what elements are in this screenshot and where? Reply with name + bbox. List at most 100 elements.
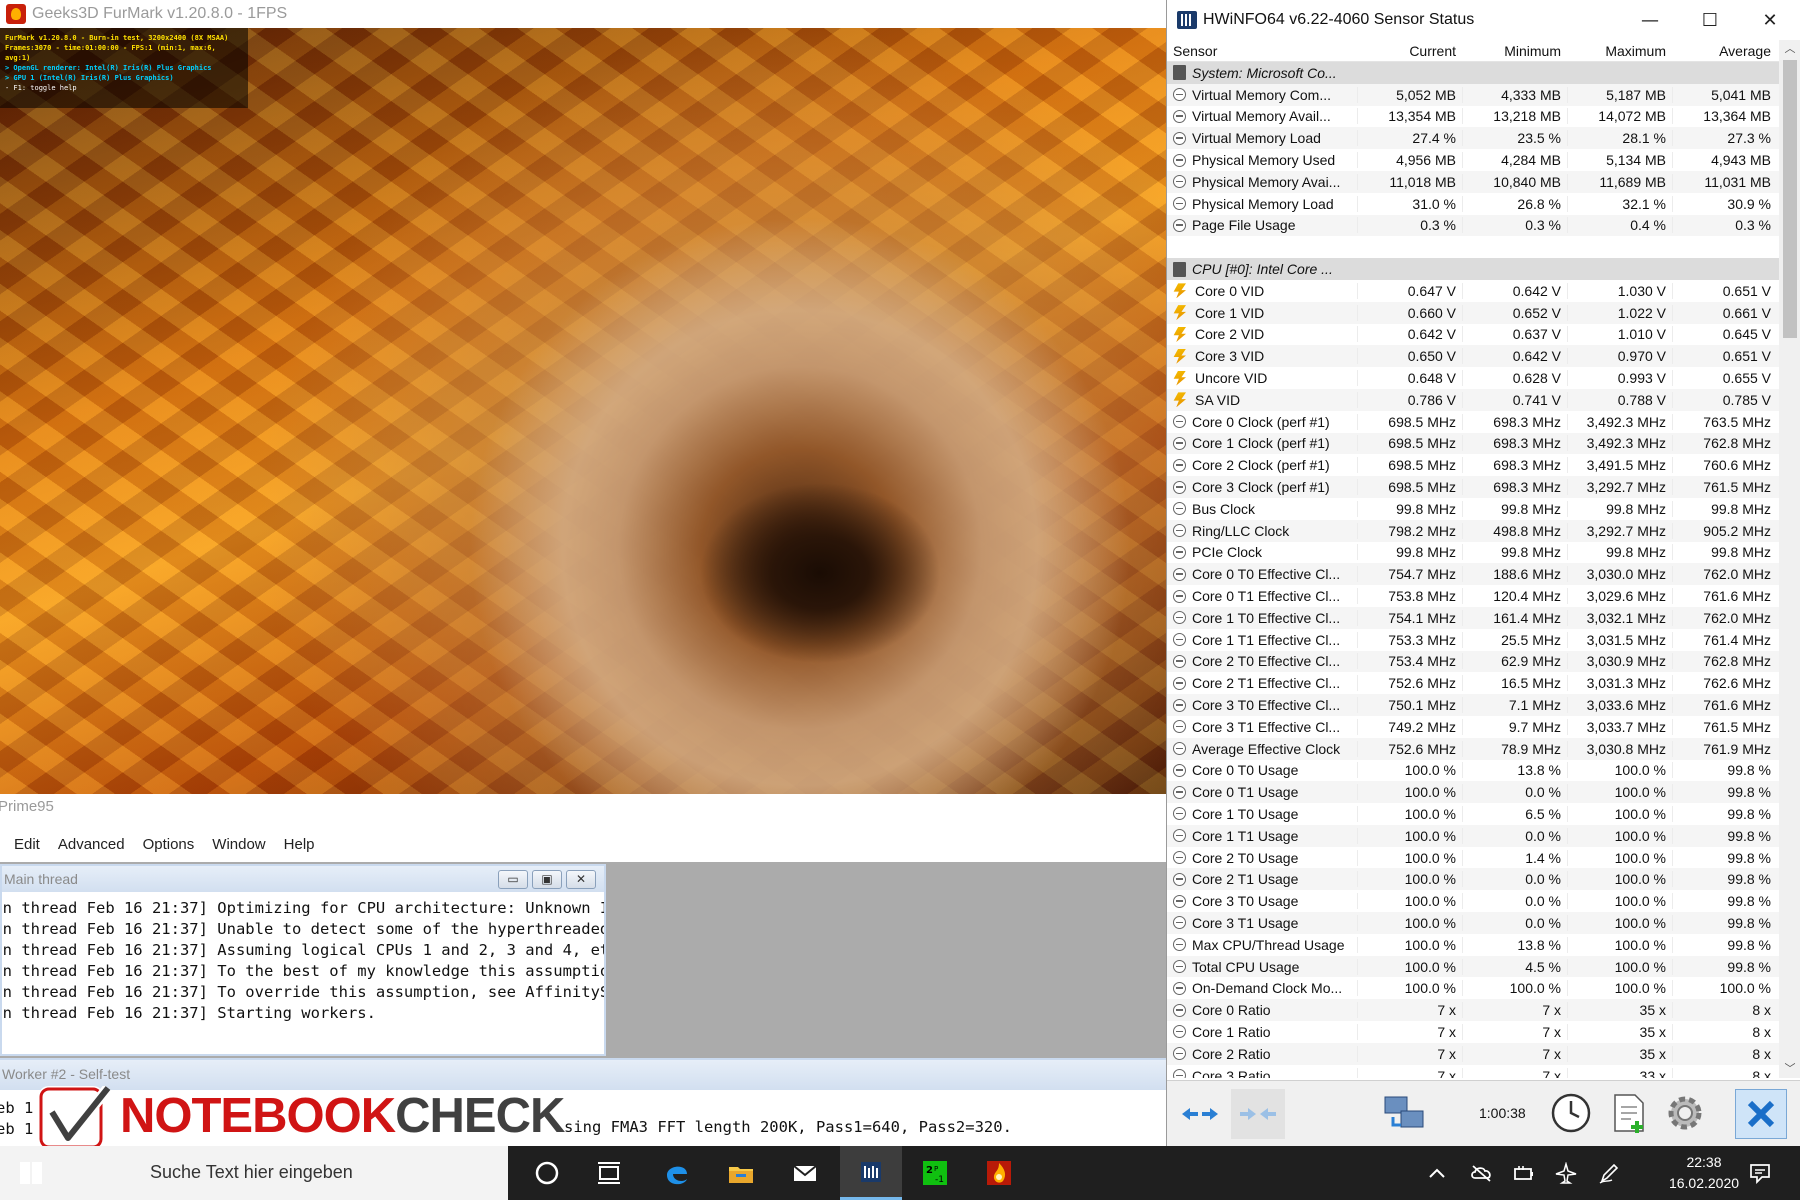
sensor-row[interactable]: Core 3 Clock (perf #1) 698.5 MHz 698.3 MHz…: [1167, 476, 1779, 498]
expand-arrows-button[interactable]: [1173, 1089, 1227, 1139]
hwinfo-window[interactable]: HWiNFO64 v6.22-4060 Sensor Status — ☐ ✕ …: [1166, 0, 1800, 1146]
sensor-row[interactable]: Core 3 T1 Effective Cl... 749.2 MHz 9.7 MH…: [1167, 715, 1779, 738]
sensor-row[interactable]: Physical Memory Avai... 11,018 MB 10,840 M…: [1167, 170, 1779, 193]
action-center-icon[interactable]: [1748, 1162, 1770, 1185]
reset-clock-button[interactable]: [1547, 1089, 1595, 1137]
settings-button[interactable]: [1661, 1089, 1709, 1137]
sensor-row[interactable]: Core 1 Ratio 7 x7 x 35 x8 x: [1167, 1021, 1779, 1043]
sensor-row[interactable]: Core 2 Clock (perf #1) 698.5 MHz 698.3 MHz…: [1167, 454, 1779, 477]
sensor-row[interactable]: Core 0 T1 Usage 100.0 % 0.0 % 100.0 % 99.8 %: [1167, 781, 1779, 804]
logging-button[interactable]: [1605, 1089, 1653, 1137]
menu-window[interactable]: Window: [212, 836, 265, 853]
sensor-row[interactable]: Core 0 T0 Effective Cl... 754.7 MHz 188.6 …: [1167, 563, 1779, 586]
sensor-row[interactable]: Core 2 T1 Effective Cl... 752.6 MHz 16.5 M…: [1167, 672, 1779, 695]
sensor-cur-value: 7 x: [1357, 1045, 1462, 1062]
sensor-scrollbar[interactable]: ︿ ﹀: [1779, 40, 1800, 1078]
sensor-row[interactable]: PCIe Clock 99.8 MHz 99.8 MHz 99.8 MHz 99.8 M…: [1167, 541, 1779, 564]
close-sensors-button[interactable]: [1735, 1089, 1787, 1139]
scroll-up-icon[interactable]: ︿: [1779, 40, 1800, 58]
sensor-row[interactable]: Virtual Memory Avail... 13,354 MB 13,218 M…: [1167, 105, 1779, 128]
sensor-row[interactable]: SA VID 0.786 V 0.741 V 0.788 V 0.785 V: [1167, 388, 1779, 411]
sensor-row[interactable]: Core 0 Ratio 7 x7 x 35 x8 x: [1167, 999, 1779, 1022]
sensor-row[interactable]: Physical Memory Used 4,956 MB 4,284 MB 5,13…: [1167, 149, 1779, 171]
sensor-avg-value: 763.5 MHz: [1672, 413, 1777, 430]
sensor-row[interactable]: Core 3 VID 0.650 V 0.642 V 0.970 V 0.651 V: [1167, 345, 1779, 368]
sensor-row[interactable]: Core 2 VID 0.642 V 0.637 V 1.010 V 0.645 V: [1167, 323, 1779, 346]
battery-tray-icon[interactable]: [1512, 1162, 1534, 1184]
menu-edit[interactable]: Edit: [14, 836, 40, 853]
furmark-taskbar-button[interactable]: [968, 1146, 1030, 1200]
hwinfo-taskbar-button[interactable]: [840, 1146, 902, 1200]
collapse-arrows-button[interactable]: [1231, 1089, 1285, 1139]
cortana-button[interactable]: [516, 1146, 578, 1200]
mail-taskbar-button[interactable]: [774, 1146, 836, 1200]
column-header-maximum[interactable]: Maximum: [1567, 40, 1672, 62]
sensor-row[interactable]: Core 2 T1 Usage 100.0 % 0.0 % 100.0 % 99.8 %: [1167, 868, 1779, 891]
sensor-row[interactable]: Core 0 T0 Usage 100.0 % 13.8 % 100.0 % 99.8 …: [1167, 759, 1779, 782]
network-button[interactable]: [1381, 1089, 1429, 1137]
task-view-button[interactable]: [578, 1146, 640, 1200]
sensor-row[interactable]: Ring/LLC Clock 798.2 MHz 498.8 MHz 3,292.7 …: [1167, 519, 1779, 542]
sensor-row[interactable]: Core 1 T0 Usage 100.0 % 6.5 % 100.0 % 99.8 %: [1167, 803, 1779, 825]
explorer-taskbar-button[interactable]: [710, 1146, 772, 1200]
sensor-row[interactable]: Core 3 T0 Effective Cl... 750.1 MHz 7.1 MH…: [1167, 694, 1779, 716]
sensor-row[interactable]: Core 2 Ratio 7 x7 x 35 x8 x: [1167, 1042, 1779, 1065]
sensor-row[interactable]: Page File Usage 0.3 % 0.3 % 0.4 % 0.3 %: [1167, 214, 1779, 237]
sensor-row[interactable]: Core 1 T1 Usage 100.0 % 0.0 % 100.0 % 99.8 %: [1167, 824, 1779, 847]
sensor-row[interactable]: On-Demand Clock Mo... 100.0 % 100.0 % 100.0…: [1167, 977, 1779, 1000]
sensor-row[interactable]: Average Effective Clock 752.6 MHz 78.9 MHz…: [1167, 737, 1779, 760]
main-thread-window[interactable]: Main thread ▭ ▣ ✕ ain thread Feb 16 21:3…: [0, 864, 606, 1056]
column-header-sensor[interactable]: Sensor: [1167, 40, 1357, 62]
close-button[interactable]: ✕: [566, 869, 596, 889]
sensor-row[interactable]: Bus Clock 99.8 MHz 99.8 MHz 99.8 MHz 99.8 MH…: [1167, 497, 1779, 520]
tray-overflow-chevron-icon[interactable]: [1426, 1162, 1448, 1184]
minimize-button[interactable]: ▭: [498, 869, 528, 889]
sensor-group-row[interactable]: CPU [#0]: Intel Core ...: [1167, 258, 1779, 280]
scroll-down-icon[interactable]: ﹀: [1779, 1060, 1800, 1078]
furmark-titlebar[interactable]: Geeks3D FurMark v1.20.8.0 - 1FPS: [0, 0, 1166, 28]
sensor-row[interactable]: Core 3 Ratio 7 x7 x 33 x8 x: [1167, 1064, 1779, 1078]
menu-help[interactable]: Help: [284, 836, 315, 853]
hwinfo-titlebar[interactable]: HWiNFO64 v6.22-4060 Sensor Status — ☐ ✕: [1167, 0, 1800, 40]
column-header-current[interactable]: Current: [1357, 40, 1462, 62]
taskbar-clock[interactable]: 22:38 16.02.2020: [1654, 1152, 1754, 1194]
main-thread-titlebar[interactable]: Main thread ▭ ▣ ✕: [2, 866, 604, 892]
sensor-row[interactable]: Core 0 VID 0.647 V 0.642 V 1.030 V 0.651 V: [1167, 279, 1779, 302]
pen-tray-icon[interactable]: [1598, 1162, 1620, 1184]
menu-advanced[interactable]: Advanced: [58, 836, 125, 853]
sensor-row[interactable]: Core 3 T1 Usage 100.0 % 0.0 % 100.0 % 99.8 %: [1167, 912, 1779, 934]
sensor-row[interactable]: Core 2 T0 Usage 100.0 % 1.4 % 100.0 % 99.8 %: [1167, 846, 1779, 869]
sensor-table[interactable]: System: Microsoft Co... Virtual Memory Co…: [1167, 62, 1779, 1078]
prime95-taskbar-button[interactable]: 2 P -1: [904, 1146, 966, 1200]
windows-start-icon[interactable]: [20, 1162, 42, 1184]
column-header-average[interactable]: Average: [1672, 40, 1777, 62]
sensor-row[interactable]: Core 0 Clock (perf #1) 698.5 MHz 698.3 MHz…: [1167, 410, 1779, 433]
sensor-row[interactable]: Core 1 T1 Effective Cl... 753.3 MHz 25.5 M…: [1167, 628, 1779, 651]
maximize-button[interactable]: ☐: [1680, 0, 1740, 40]
sensor-row[interactable]: Physical Memory Load 31.0 % 26.8 % 32.1 % 30…: [1167, 192, 1779, 215]
sensor-row[interactable]: Core 0 T1 Effective Cl... 753.8 MHz 120.4 …: [1167, 585, 1779, 607]
sensor-row[interactable]: Max CPU/Thread Usage 100.0 % 13.8 % 100.0 %…: [1167, 933, 1779, 956]
sensor-row[interactable]: Uncore VID 0.648 V 0.628 V 0.993 V 0.655 V: [1167, 367, 1779, 389]
onedrive-tray-icon[interactable]: [1470, 1162, 1492, 1184]
menu-options[interactable]: Options: [143, 836, 195, 853]
sensor-row[interactable]: [1167, 236, 1779, 259]
sensor-row[interactable]: Core 2 T0 Effective Cl... 753.4 MHz 62.9 M…: [1167, 650, 1779, 673]
taskbar-search-box[interactable]: Suche Text hier eingeben: [0, 1146, 508, 1200]
column-header-minimum[interactable]: Minimum: [1462, 40, 1567, 62]
sensor-row[interactable]: Total CPU Usage 100.0 % 4.5 % 100.0 % 99.8 %: [1167, 955, 1779, 978]
sensor-row[interactable]: Core 1 T0 Effective Cl... 754.1 MHz 161.4 …: [1167, 606, 1779, 629]
sensor-row[interactable]: Core 1 Clock (perf #1) 698.5 MHz 698.3 MHz…: [1167, 432, 1779, 455]
sensor-row[interactable]: Core 3 T0 Usage 100.0 % 0.0 % 100.0 % 99.8 %: [1167, 890, 1779, 913]
sensor-group-row[interactable]: System: Microsoft Co...: [1167, 62, 1779, 84]
sensor-row[interactable]: Virtual Memory Load 27.4 % 23.5 % 28.1 % 27.…: [1167, 127, 1779, 150]
minimize-button[interactable]: —: [1620, 0, 1680, 40]
edge-taskbar-button[interactable]: [646, 1146, 708, 1200]
restore-button[interactable]: ▣: [532, 869, 562, 889]
close-button[interactable]: ✕: [1740, 0, 1800, 40]
network-tray-icon[interactable]: [1554, 1161, 1577, 1184]
sensor-row[interactable]: Virtual Memory Com... 5,052 MB 4,333 MB 5,1…: [1167, 83, 1779, 106]
sensor-row[interactable]: Core 1 VID 0.660 V 0.652 V 1.022 V 0.661 V: [1167, 301, 1779, 324]
scrollbar-thumb[interactable]: [1783, 60, 1797, 338]
furmark-window[interactable]: Geeks3D FurMark v1.20.8.0 - 1FPS FurMark…: [0, 0, 1166, 794]
